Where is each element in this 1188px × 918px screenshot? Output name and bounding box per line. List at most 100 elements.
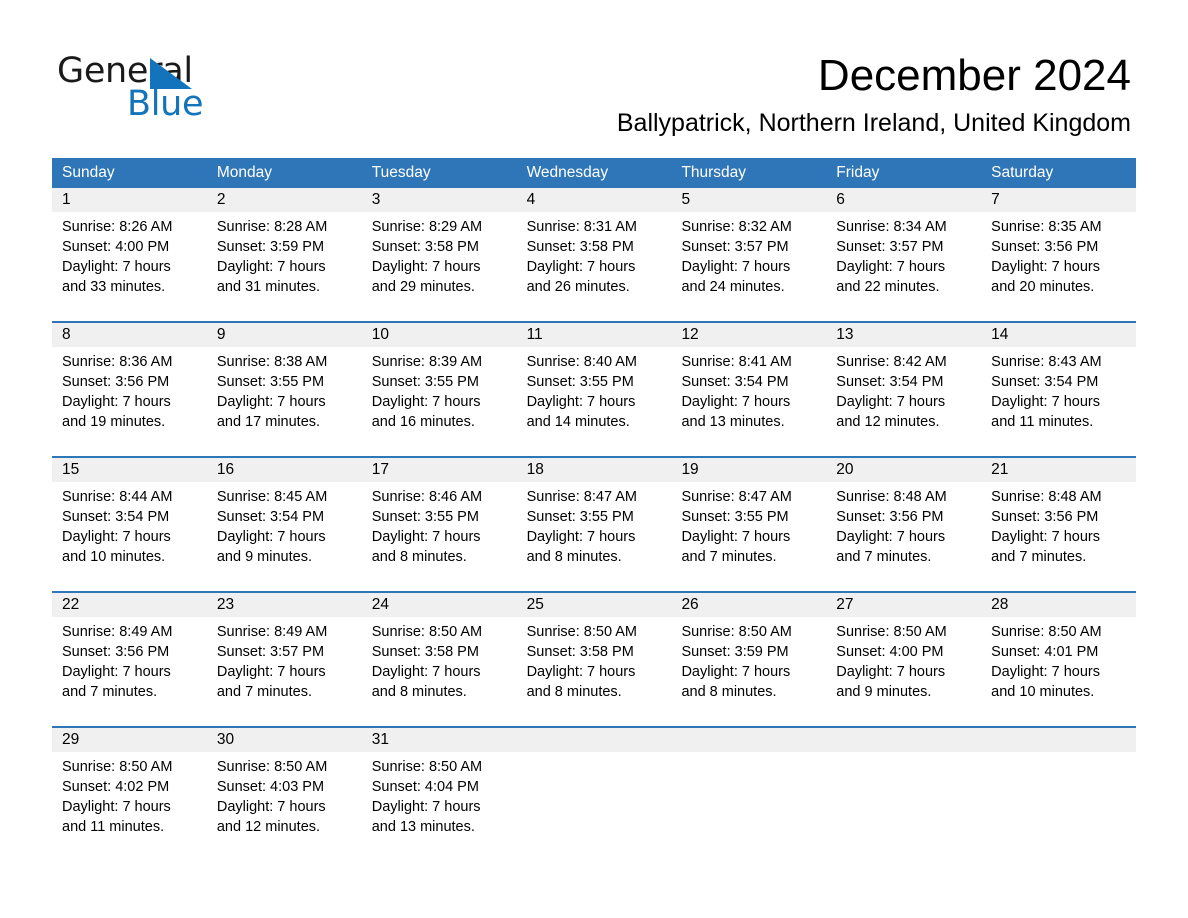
- daylight-text-line2: and 14 minutes.: [526, 414, 630, 430]
- calendar-day-cell[interactable]: 15 Sunrise: 8:44 AM Sunset: 3:54 PM Dayligh…: [52, 458, 207, 571]
- sunrise-text: Sunrise: 8:50 AM: [216, 759, 328, 775]
- logo-text-blue: Blue: [127, 84, 204, 124]
- daylight-text-line2: and 31 minutes.: [216, 279, 321, 295]
- sunset-text: Sunset: 4:01 PM: [991, 644, 1099, 660]
- day-number: 31: [361, 728, 517, 752]
- calendar-day-cell[interactable]: 1 Sunrise: 8:26 AM Sunset: 4:00 PM Daylight…: [52, 188, 207, 301]
- sunset-text: Sunset: 3:55 PM: [216, 374, 325, 390]
- sunrise-text: Sunrise: 8:50 AM: [62, 759, 173, 775]
- calendar-day-cell[interactable]: 17 Sunrise: 8:46 AM Sunset: 3:55 PM Dayligh…: [361, 458, 517, 571]
- calendar-day-cell[interactable]: 18 Sunrise: 8:47 AM Sunset: 3:55 PM Dayligh…: [516, 458, 672, 571]
- weekday-header-wednesday: Wednesday: [526, 164, 609, 181]
- sunrise-text: Sunrise: 8:46 AM: [371, 489, 483, 505]
- day-details: Sunrise: 8:48 AM Sunset: 3:56 PM Daylight:…: [981, 482, 1136, 567]
- calendar-day-cell[interactable]: 30 Sunrise: 8:50 AM Sunset: 4:03 PM Dayligh…: [206, 728, 362, 841]
- sunrise-text: Sunrise: 8:42 AM: [836, 354, 947, 370]
- day-number: 19: [671, 458, 827, 482]
- day-number: 16: [206, 458, 362, 482]
- daylight-text-line1: Daylight: 7 hours: [371, 664, 481, 680]
- daylight-text-line1: Daylight: 7 hours: [681, 259, 791, 275]
- sunrise-text: Sunrise: 8:32 AM: [681, 219, 792, 235]
- daylight-text-line2: and 9 minutes.: [836, 684, 932, 700]
- daylight-text-line1: Daylight: 7 hours: [681, 664, 791, 680]
- calendar-day-cell[interactable]: 10 Sunrise: 8:39 AM Sunset: 3:55 PM Dayligh…: [361, 323, 517, 436]
- calendar-day-cell[interactable]: 5 Sunrise: 8:32 AM Sunset: 3:57 PM Daylight…: [671, 188, 827, 301]
- calendar-day-cell[interactable]: 25 Sunrise: 8:50 AM Sunset: 3:58 PM Dayligh…: [516, 593, 672, 706]
- daylight-text-line2: and 12 minutes.: [216, 819, 321, 835]
- calendar-day-cell[interactable]: 23 Sunrise: 8:49 AM Sunset: 3:57 PM Dayligh…: [206, 593, 362, 706]
- calendar-day-cell[interactable]: 16 Sunrise: 8:45 AM Sunset: 3:54 PM Dayligh…: [206, 458, 362, 571]
- calendar-week-cells: 8 Sunrise: 8:36 AM Sunset: 3:56 PM Daylight…: [52, 323, 1137, 436]
- daylight-text-line1: Daylight: 7 hours: [991, 664, 1100, 680]
- calendar-day-cell[interactable]: 28 Sunrise: 8:50 AM Sunset: 4:01 PM Dayligh…: [981, 593, 1137, 706]
- calendar-day-cell[interactable]: 22 Sunrise: 8:49 AM Sunset: 3:56 PM Dayligh…: [52, 593, 207, 706]
- weekday-header-thursday: Thursday: [681, 164, 747, 181]
- daylight-text-line1: Daylight: 7 hours: [62, 259, 171, 275]
- daylight-text-line1: Daylight: 7 hours: [216, 259, 326, 275]
- calendar-day-cell[interactable]: 14 Sunrise: 8:43 AM Sunset: 3:54 PM Dayligh…: [981, 323, 1137, 436]
- daylight-text-line2: and 8 minutes.: [681, 684, 777, 700]
- calendar-day-cell[interactable]: 31 Sunrise: 8:50 AM Sunset: 4:04 PM Dayligh…: [361, 728, 517, 841]
- daylight-text-line2: and 9 minutes.: [216, 549, 312, 565]
- calendar-day-cell[interactable]: 11 Sunrise: 8:40 AM Sunset: 3:55 PM Dayligh…: [516, 323, 672, 436]
- daylight-text-line2: and 12 minutes.: [836, 414, 940, 430]
- day-details: Sunrise: 8:42 AM Sunset: 3:54 PM Daylight:…: [826, 347, 981, 432]
- calendar-day-cell[interactable]: 27 Sunrise: 8:50 AM Sunset: 4:00 PM Dayligh…: [826, 593, 982, 706]
- weekday-header-monday: Monday: [216, 164, 273, 181]
- sunrise-text: Sunrise: 8:40 AM: [526, 354, 637, 370]
- sunset-text: Sunset: 3:54 PM: [836, 374, 944, 390]
- sunrise-text: Sunrise: 8:50 AM: [836, 624, 947, 640]
- day-details: Sunrise: 8:50 AM Sunset: 3:58 PM Daylight:…: [362, 617, 517, 702]
- day-details: Sunrise: 8:49 AM Sunset: 3:56 PM Daylight:…: [52, 617, 207, 702]
- sunset-text: Sunset: 3:58 PM: [526, 239, 634, 255]
- daylight-text-line2: and 7 minutes.: [216, 684, 312, 700]
- title-block: December 2024 Ballypatrick, Northern Ire…: [617, 50, 1131, 138]
- daylight-text-line1: Daylight: 7 hours: [371, 259, 481, 275]
- daylight-text-line2: and 7 minutes.: [681, 549, 777, 565]
- calendar-day-cell[interactable]: 7 Sunrise: 8:35 AM Sunset: 3:56 PM Daylight…: [981, 188, 1137, 301]
- calendar-day-cell[interactable]: 26 Sunrise: 8:50 AM Sunset: 3:59 PM Dayligh…: [671, 593, 827, 706]
- weekday-header-sunday: Sunday: [62, 164, 115, 181]
- sunrise-text: Sunrise: 8:35 AM: [991, 219, 1102, 235]
- sunrise-text: Sunrise: 8:41 AM: [681, 354, 792, 370]
- calendar-week-cells: 15 Sunrise: 8:44 AM Sunset: 3:54 PM Dayligh…: [52, 458, 1137, 571]
- calendar-day-cell[interactable]: 24 Sunrise: 8:50 AM Sunset: 3:58 PM Dayligh…: [361, 593, 517, 706]
- daylight-text-line1: Daylight: 7 hours: [62, 799, 171, 815]
- calendar-day-cell[interactable]: 29 Sunrise: 8:50 AM Sunset: 4:02 PM Dayligh…: [52, 728, 207, 841]
- day-number: 22: [52, 593, 207, 617]
- sunrise-text: Sunrise: 8:50 AM: [526, 624, 637, 640]
- day-number: 3: [361, 188, 517, 212]
- day-number: [981, 728, 1137, 752]
- calendar-day-cell[interactable]: 3 Sunrise: 8:29 AM Sunset: 3:58 PM Daylight…: [361, 188, 517, 301]
- calendar-day-cell[interactable]: 13 Sunrise: 8:42 AM Sunset: 3:54 PM Dayligh…: [826, 323, 982, 436]
- daylight-text-line1: Daylight: 7 hours: [836, 664, 946, 680]
- day-details: Sunrise: 8:47 AM Sunset: 3:55 PM Daylight:…: [517, 482, 672, 567]
- day-number: [516, 728, 672, 752]
- calendar-day-cell[interactable]: 19 Sunrise: 8:47 AM Sunset: 3:55 PM Dayligh…: [671, 458, 827, 571]
- daylight-text-line1: Daylight: 7 hours: [62, 664, 171, 680]
- calendar-day-cell[interactable]: 20 Sunrise: 8:48 AM Sunset: 3:56 PM Dayligh…: [826, 458, 982, 571]
- sunrise-text: Sunrise: 8:50 AM: [371, 624, 483, 640]
- day-details: Sunrise: 8:34 AM Sunset: 3:57 PM Daylight:…: [826, 212, 981, 297]
- calendar-day-cell[interactable]: 6 Sunrise: 8:34 AM Sunset: 3:57 PM Daylight…: [826, 188, 982, 301]
- calendar-day-cell[interactable]: 21 Sunrise: 8:48 AM Sunset: 3:56 PM Dayligh…: [981, 458, 1137, 571]
- sunset-text: Sunset: 3:56 PM: [836, 509, 944, 525]
- daylight-text-line2: and 8 minutes.: [526, 684, 622, 700]
- calendar-day-cell-empty: [981, 728, 1137, 841]
- day-details: Sunrise: 8:46 AM Sunset: 3:55 PM Daylight:…: [362, 482, 517, 567]
- calendar-day-cell[interactable]: 12 Sunrise: 8:41 AM Sunset: 3:54 PM Dayligh…: [671, 323, 827, 436]
- day-details: Sunrise: 8:50 AM Sunset: 3:59 PM Daylight:…: [671, 617, 826, 702]
- sunset-text: Sunset: 3:55 PM: [526, 509, 634, 525]
- daylight-text-line2: and 17 minutes.: [216, 414, 321, 430]
- day-number: 12: [671, 323, 827, 347]
- day-number: 15: [52, 458, 207, 482]
- day-details: Sunrise: 8:28 AM Sunset: 3:59 PM Daylight:…: [207, 212, 362, 297]
- calendar-day-cell[interactable]: 4 Sunrise: 8:31 AM Sunset: 3:58 PM Daylight…: [516, 188, 672, 301]
- calendar-day-cell[interactable]: 9 Sunrise: 8:38 AM Sunset: 3:55 PM Daylight…: [206, 323, 362, 436]
- sunrise-text: Sunrise: 8:47 AM: [681, 489, 792, 505]
- sunset-text: Sunset: 4:04 PM: [371, 779, 479, 795]
- calendar-day-cell[interactable]: 8 Sunrise: 8:36 AM Sunset: 3:56 PM Daylight…: [52, 323, 207, 436]
- day-number: [826, 728, 982, 752]
- day-details: Sunrise: 8:32 AM Sunset: 3:57 PM Daylight:…: [671, 212, 826, 297]
- calendar-day-cell[interactable]: 2 Sunrise: 8:28 AM Sunset: 3:59 PM Daylight…: [206, 188, 362, 301]
